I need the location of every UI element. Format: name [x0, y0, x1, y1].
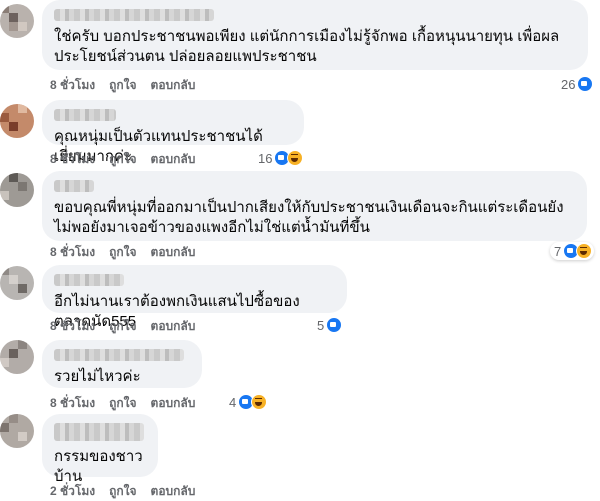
- haha-reaction-icon: [576, 243, 593, 259]
- haha-reaction-icon: [287, 150, 304, 166]
- reaction-count: 16: [258, 150, 273, 166]
- timestamp: 8 ชั่วโมง: [50, 151, 96, 166]
- author-name-blurred[interactable]: [54, 109, 116, 121]
- comment-actions: 8 ชั่วโมง ถูกใจ ตอบกลับ: [50, 317, 195, 335]
- author-name-blurred[interactable]: [54, 180, 94, 192]
- comment-actions: 8 ชั่วโมง ถูกใจ ตอบกลับ: [50, 243, 195, 261]
- avatar[interactable]: [0, 340, 34, 374]
- like-button[interactable]: ถูกใจ: [109, 482, 136, 501]
- reaction-summary[interactable]: 4: [229, 394, 268, 410]
- haha-reaction-icon: [251, 394, 268, 410]
- author-name-blurred[interactable]: [54, 349, 184, 361]
- timestamp: 8 ชั่วโมง: [50, 77, 96, 92]
- comment-bubble: กรรมของชาวบ้าน: [42, 414, 158, 485]
- like-button[interactable]: ถูกใจ: [109, 150, 136, 169]
- reaction-count: 4: [229, 394, 237, 410]
- avatar[interactable]: [0, 173, 34, 207]
- comment-bubble: คุณหนุ่มเป็นตัวแทนประชาชนได้เยี่ยมมากค่ะ: [42, 100, 304, 165]
- comment-bubble: ขอบคุณพี่หนุ่มที่ออกมาเป็นปากเสียงให้กับ…: [42, 171, 587, 241]
- comment-text: รวยไม่ไหวค่ะ: [54, 368, 141, 385]
- reaction-count: 26: [561, 76, 576, 92]
- reply-button[interactable]: ตอบกลับ: [151, 243, 196, 262]
- author-name-blurred[interactable]: [54, 9, 214, 21]
- like-reaction-icon: [577, 76, 594, 92]
- like-button[interactable]: ถูกใจ: [109, 317, 136, 336]
- like-button[interactable]: ถูกใจ: [109, 243, 136, 262]
- reaction-count: 5: [317, 317, 325, 333]
- author-name-blurred[interactable]: [54, 423, 144, 441]
- author-name-blurred[interactable]: [54, 274, 124, 286]
- comment-actions: 8 ชั่วโมง ถูกใจ ตอบกลับ: [50, 150, 195, 168]
- comment-actions: 8 ชั่วโมง ถูกใจ ตอบกลับ: [50, 76, 195, 94]
- avatar[interactable]: [0, 104, 34, 138]
- timestamp: 8 ชั่วโมง: [50, 244, 96, 259]
- timestamp: 8 ชั่วโมง: [50, 395, 96, 410]
- reply-button[interactable]: ตอบกลับ: [151, 150, 196, 169]
- reaction-summary[interactable]: 5: [317, 317, 343, 333]
- reply-button[interactable]: ตอบกลับ: [151, 482, 196, 501]
- timestamp: 8 ชั่วโมง: [50, 318, 96, 333]
- reaction-summary[interactable]: 26: [561, 76, 594, 92]
- comment-bubble: รวยไม่ไหวค่ะ: [42, 340, 202, 388]
- like-button[interactable]: ถูกใจ: [109, 394, 136, 413]
- comment-text: ขอบคุณพี่หนุ่มที่ออกมาเป็นปากเสียงให้กับ…: [54, 199, 564, 236]
- reply-button[interactable]: ตอบกลับ: [151, 317, 196, 336]
- avatar[interactable]: [0, 4, 34, 38]
- comment-actions: 8 ชั่วโมง ถูกใจ ตอบกลับ: [50, 394, 195, 412]
- like-reaction-icon: [326, 317, 343, 333]
- timestamp: 2 ชั่วโมง: [50, 483, 96, 498]
- avatar[interactable]: [0, 266, 34, 300]
- reply-button[interactable]: ตอบกลับ: [151, 394, 196, 413]
- reaction-summary[interactable]: 7: [550, 242, 595, 260]
- comment-actions: 2 ชั่วโมง ถูกใจ ตอบกลับ: [50, 482, 195, 500]
- like-button[interactable]: ถูกใจ: [109, 76, 136, 95]
- comment-text: ใช่ครับ บอกประชาชนพอเพียง แต่นักการเมือง…: [54, 28, 560, 65]
- comment-bubble: ใช่ครับ บอกประชาชนพอเพียง แต่นักการเมือง…: [42, 0, 588, 70]
- avatar[interactable]: [0, 414, 34, 448]
- reaction-count: 7: [554, 243, 562, 259]
- reaction-summary[interactable]: 16: [258, 150, 304, 166]
- reply-button[interactable]: ตอบกลับ: [151, 76, 196, 95]
- comment-bubble: อีกไม่นานเราต้องพกเงินแสนไปซื้อของตลาดนั…: [42, 265, 347, 330]
